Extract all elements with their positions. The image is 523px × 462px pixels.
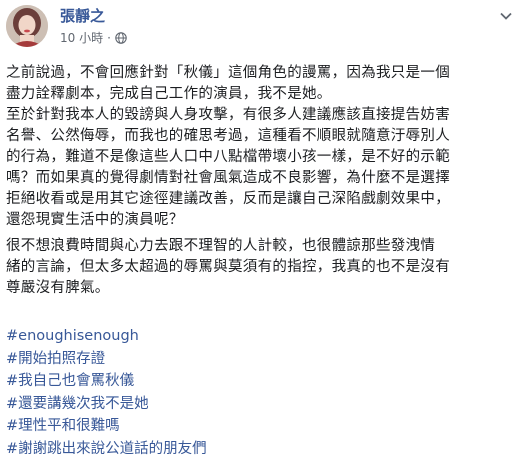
meta-separator: · (107, 31, 111, 45)
hashtag-link[interactable]: #謝謝跳出來說公道話的朋友們 (6, 438, 520, 461)
hashtag-link[interactable]: #enoughisenough (6, 325, 520, 348)
hashtag-link[interactable]: #還要講幾次我不是她 (6, 393, 520, 416)
post-paragraph: 很不想浪費時間與心力去跟不理智的人計較，也很體諒那些發洩情 緒的言論，但太多太超… (6, 238, 450, 296)
post-paragraph: 至於針對我本人的毀謗與人身攻擊，有很多人建議應該直接提告妨害 名譽、公然侮辱，而… (6, 107, 450, 228)
post-paragraph: 之前說過，不會回應針對「秋儀」這個角色的謾罵，因為我只是一個 盡力詮釋劇本，完成… (6, 65, 450, 102)
post-header: 張靜之 10 小時 · (0, 0, 523, 52)
hashtag-list: #enoughisenough #開始拍照存證 #我自己也會罵秋儀 #還要講幾次… (6, 325, 520, 460)
hashtag-link[interactable]: #理性平和很難嗎 (6, 415, 520, 438)
facebook-post: 張靜之 10 小時 · 之前說過，不會回應針對「秋儀」這個角色的謾罵，因為我只是… (0, 0, 523, 462)
hashtag-link[interactable]: #我自己也會罵秋儀 (6, 370, 520, 393)
post-meta: 10 小時 · (60, 30, 127, 46)
hashtag-link[interactable]: #開始拍照存證 (6, 348, 520, 371)
avatar[interactable] (6, 5, 48, 47)
author-name[interactable]: 張靜之 (60, 7, 105, 25)
avatar-photo (6, 5, 48, 47)
post-body: 之前說過，不會回應針對「秋儀」這個角色的謾罵，因為我只是一個 盡力詮釋劇本，完成… (6, 63, 520, 299)
post-options-button[interactable] (495, 9, 517, 23)
chevron-down-icon (500, 12, 512, 20)
post-time[interactable]: 10 小時 (60, 30, 103, 46)
globe-icon[interactable] (115, 32, 127, 44)
